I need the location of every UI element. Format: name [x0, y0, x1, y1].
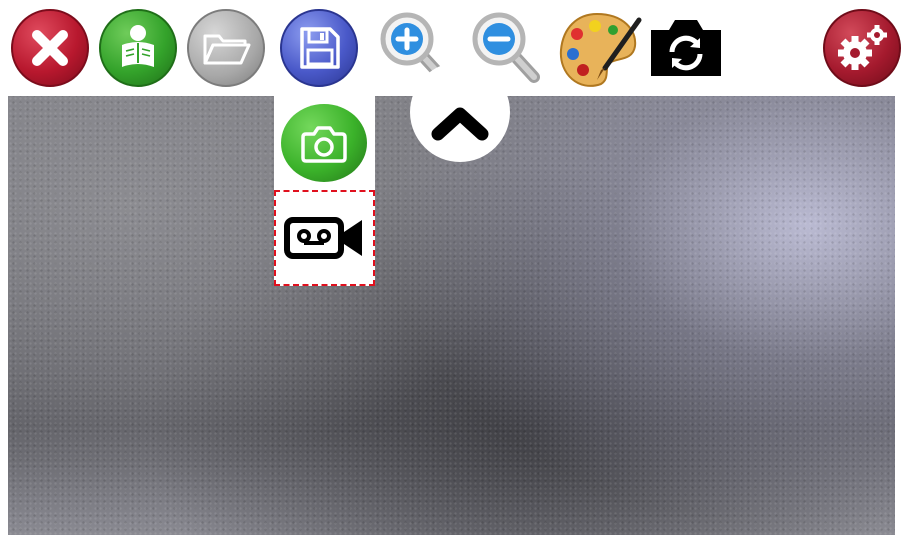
camera-icon — [301, 126, 347, 163]
palette-button[interactable] — [553, 6, 643, 92]
photo-mode-button[interactable] — [281, 104, 367, 182]
reader-icon — [122, 25, 154, 67]
folder-open-icon — [203, 34, 251, 65]
settings-button[interactable] — [823, 9, 901, 87]
close-button[interactable] — [11, 9, 89, 87]
collapse-menu-button[interactable] — [410, 62, 510, 162]
palette-icon — [559, 12, 642, 87]
chevron-up-icon — [431, 107, 489, 141]
open-folder-button[interactable] — [187, 9, 265, 87]
video-camera-icon — [284, 217, 362, 259]
floppy-disk-icon — [300, 27, 340, 69]
switch-camera-button[interactable] — [645, 14, 727, 84]
close-icon — [32, 30, 68, 66]
capture-mode-menu — [274, 96, 375, 286]
switch-camera-icon — [651, 20, 721, 76]
gears-icon — [838, 25, 887, 70]
video-mode-button[interactable] — [274, 190, 375, 286]
reader-button[interactable] — [99, 9, 177, 87]
save-button[interactable] — [280, 9, 358, 87]
